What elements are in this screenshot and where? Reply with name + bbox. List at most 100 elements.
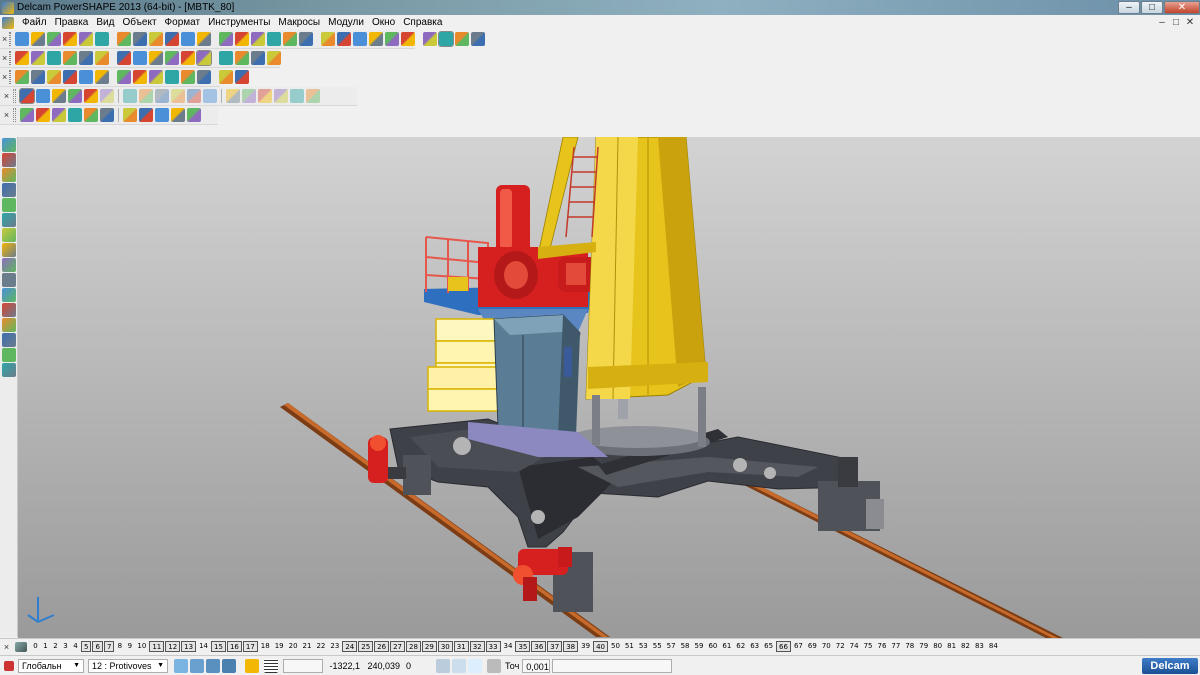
create-tool-icon[interactable] — [2, 198, 16, 212]
level-button[interactable]: 35 — [515, 641, 531, 652]
level-button[interactable]: 18 — [259, 641, 272, 652]
level-button[interactable]: 11 — [149, 641, 165, 652]
toolbar-icon[interactable] — [133, 32, 148, 46]
level-button[interactable]: 14 — [197, 641, 210, 652]
level-button[interactable]: 32 — [469, 641, 485, 652]
toolbar-icon[interactable] — [455, 32, 470, 46]
select-tool-icon[interactable] — [2, 138, 16, 152]
toolbar-icon[interactable] — [117, 51, 132, 65]
level-button[interactable]: 13 — [181, 641, 197, 652]
toolbar-icon[interactable] — [251, 51, 266, 65]
level-button[interactable]: 84 — [987, 641, 1000, 652]
toolbar-icon[interactable] — [187, 108, 201, 122]
doc-restore-button[interactable]: □ — [1170, 17, 1182, 28]
create-tool-icon[interactable] — [2, 228, 16, 242]
toolbar-icon[interactable] — [36, 89, 50, 103]
toolbar-icon[interactable] — [196, 50, 213, 66]
close-button[interactable]: ✕ — [1164, 1, 1200, 14]
toolbar-icon[interactable] — [251, 32, 266, 46]
level-button[interactable]: 3 — [61, 641, 70, 652]
level-button[interactable]: 15 — [211, 641, 226, 652]
toolbar-icon[interactable] — [123, 108, 137, 122]
toolbar-icon[interactable] — [79, 32, 94, 46]
level-button[interactable]: 0 — [31, 641, 40, 652]
level-button[interactable]: 55 — [651, 641, 664, 652]
toolbar-icon[interactable] — [219, 51, 234, 65]
workplane-select[interactable]: Глобальн ▼ — [18, 658, 84, 673]
document-icon[interactable] — [2, 16, 14, 29]
app-icon[interactable] — [2, 1, 14, 14]
tolerance-value[interactable]: 0,001 — [522, 658, 551, 673]
level-button[interactable]: 19 — [273, 641, 286, 652]
toolbar-icon[interactable] — [165, 32, 180, 46]
create-tool-icon[interactable] — [2, 288, 16, 302]
levels-icon[interactable] — [15, 641, 27, 652]
level-button[interactable]: 58 — [679, 641, 692, 652]
level-button[interactable]: 37 — [547, 641, 563, 652]
level-button[interactable]: 65 — [762, 641, 775, 652]
toolbar-icon[interactable] — [68, 108, 82, 122]
toolbar-icon[interactable] — [401, 32, 416, 46]
toolbar-icon[interactable] — [235, 51, 250, 65]
toolbar-icon[interactable] — [423, 32, 438, 46]
level-button[interactable]: 24 — [342, 641, 358, 652]
level-button[interactable]: 27 — [390, 641, 405, 652]
toolbar-grip[interactable] — [9, 32, 12, 46]
level-button[interactable]: 36 — [531, 641, 547, 652]
toolbar-icon[interactable] — [181, 32, 196, 46]
create-tool-icon[interactable] — [2, 153, 16, 167]
toolbar-icon[interactable] — [15, 51, 30, 65]
menu-tools[interactable]: Инструменты — [204, 17, 274, 28]
create-tool-icon[interactable] — [2, 213, 16, 227]
level-button[interactable]: 57 — [665, 641, 678, 652]
level-button[interactable]: 25 — [358, 641, 374, 652]
coordinate-icon[interactable] — [452, 658, 466, 673]
toolbar-icon[interactable] — [19, 88, 35, 104]
toolbar-icon[interactable] — [149, 51, 164, 65]
toolbar-icon[interactable] — [235, 70, 250, 84]
toolbar-close-button[interactable]: × — [2, 110, 11, 120]
doc-minimize-button[interactable]: – — [1156, 17, 1168, 28]
level-button[interactable]: 31 — [453, 641, 469, 652]
toolbar-icon[interactable] — [181, 70, 196, 84]
level-button[interactable]: 69 — [806, 641, 819, 652]
toolbar-icon[interactable] — [267, 32, 282, 46]
level-button[interactable]: 75 — [862, 641, 875, 652]
menu-object[interactable]: Объект — [118, 17, 160, 28]
toolbar-close-button[interactable]: × — [2, 91, 11, 101]
toolbar-icon[interactable] — [274, 89, 288, 103]
menu-modules[interactable]: Модули — [324, 17, 368, 28]
level-button[interactable]: 63 — [748, 641, 761, 652]
toolbar-icon[interactable] — [369, 32, 384, 46]
level-button[interactable]: 60 — [706, 641, 719, 652]
toolbar-icon[interactable] — [197, 32, 212, 46]
toolbar-icon[interactable] — [63, 70, 78, 84]
toolbar-icon[interactable] — [15, 32, 30, 46]
toolbar-close-button[interactable]: × — [2, 34, 7, 44]
toolbar-icon[interactable] — [47, 51, 62, 65]
menu-macros[interactable]: Макросы — [274, 17, 324, 28]
toolbar-icon[interactable] — [47, 32, 62, 46]
toolbar-grip[interactable] — [9, 70, 12, 84]
level-button[interactable]: 28 — [406, 641, 421, 652]
toolbar-icon[interactable] — [84, 108, 98, 122]
coordinate-icon[interactable] — [436, 658, 450, 673]
graphics-viewport[interactable] — [18, 137, 1200, 638]
toolbar-icon[interactable] — [68, 89, 82, 103]
level-button[interactable]: 6 — [92, 641, 103, 652]
toolbar-icon[interactable] — [219, 70, 234, 84]
toolbar-icon[interactable] — [47, 70, 62, 84]
toolbar-icon[interactable] — [197, 70, 212, 84]
toolbar-icon[interactable] — [31, 51, 46, 65]
level-button[interactable]: 34 — [502, 641, 515, 652]
toolbar-icon[interactable] — [31, 70, 46, 84]
level-button[interactable]: 78 — [903, 641, 916, 652]
create-tool-icon[interactable] — [2, 333, 16, 347]
level-button[interactable]: 40 — [593, 641, 608, 652]
toolbar-icon[interactable] — [171, 89, 185, 103]
menu-help[interactable]: Справка — [399, 17, 446, 28]
toolbar-icon[interactable] — [52, 89, 66, 103]
toolbar-icon[interactable] — [181, 51, 196, 65]
toolbar-icon[interactable] — [171, 108, 185, 122]
level-button[interactable]: 17 — [242, 641, 258, 652]
